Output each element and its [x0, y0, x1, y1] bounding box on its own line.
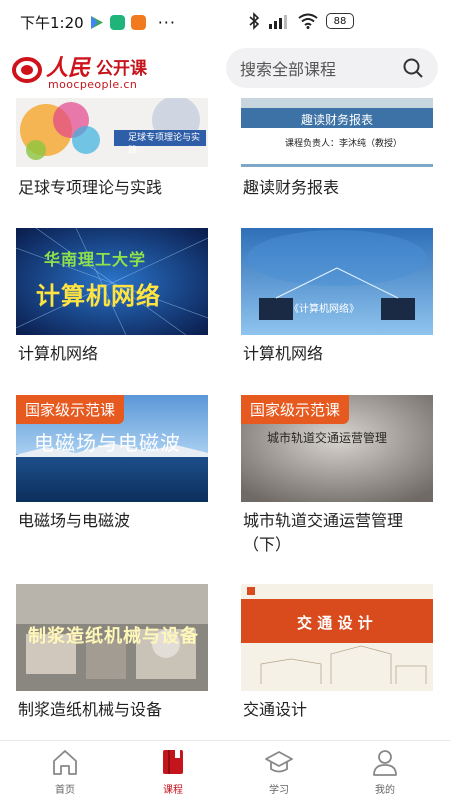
wifi-icon [298, 13, 318, 29]
badge-national-demo: 国家级示范课 [241, 395, 350, 424]
course-thumbnail: 电磁场与电磁波 国家级示范课 [16, 395, 208, 502]
thumbnail-subcaption: 华南理工大学 [44, 250, 147, 269]
nav-profile[interactable]: 我的 [345, 747, 425, 799]
thumbnail-caption: 计算机网络 [36, 282, 161, 310]
course-title: 交通设计 [243, 700, 308, 719]
play-store-icon [90, 15, 103, 29]
home-icon [53, 750, 77, 775]
battery-icon: 88 [326, 13, 354, 29]
nav-courses-label: 课程 [163, 785, 183, 796]
thumbnail-caption: 足球专项理论与实践 [128, 133, 201, 156]
logo-domain: moocpeople.cn [48, 78, 138, 91]
course-thumbnail: 趣读财务报表 课程负责人：李沐纯（教授） [241, 98, 433, 167]
nav-courses[interactable]: 课程 [133, 747, 213, 799]
nav-home[interactable]: 首页 [25, 747, 105, 799]
course-thumbnail: 城市轨道交通运营管理 国家级示范课 [241, 395, 433, 502]
course-thumbnail: 《计算机网络》 [241, 228, 433, 335]
course-thumbnail: 足球专项理论与实践 [16, 98, 208, 167]
course-thumbnail: 制浆造纸机械与设备 [16, 584, 208, 691]
bluetooth-icon [249, 12, 260, 30]
badge-national-demo: 国家级示范课 [16, 395, 125, 424]
thumbnail-caption: 《计算机网络》 [289, 304, 359, 315]
bottom-navigation: 首页 课程 学习 我的 [0, 740, 450, 800]
course-thumbnail: 交 通 设 计 [241, 584, 433, 691]
course-title: 趣读财务报表 [243, 178, 340, 197]
more-notifications-icon: ··· [157, 12, 176, 32]
app-header: 人民 公开课 moocpeople.cn 搜索全部课程 [0, 44, 450, 98]
course-grid: 足球专项理论与实践 足球专项理论与实践 趣读财务报表 课程负责人：李沐纯（教授）… [0, 98, 450, 740]
nav-profile-label: 我的 [375, 785, 395, 796]
graduation-cap-icon [265, 751, 293, 773]
thumbnail-caption: 城市轨道交通运营管理 [267, 431, 388, 445]
course-thumbnail: 华南理工大学 计算机网络 [16, 228, 208, 335]
user-icon [373, 750, 397, 776]
thumbnail-caption: 趣读财务报表 [301, 113, 374, 127]
search-icon[interactable] [402, 57, 424, 79]
thumbnail-subcaption: 课程负责人：李沐纯（教授） [285, 139, 403, 149]
thumbnail-caption: 制浆造纸机械与设备 [28, 626, 199, 647]
thumbnail-caption: 交 通 设 计 [297, 614, 373, 632]
book-icon [163, 750, 183, 774]
logo-swirl-icon [12, 57, 42, 83]
signal-icon [269, 15, 287, 29]
course-title: 足球专项理论与实践 [18, 178, 163, 197]
search-bar[interactable]: 搜索全部课程 [226, 48, 438, 88]
course-title: 计算机网络 [18, 344, 99, 363]
course-title: 城市轨道交通运营管理（下） [243, 511, 404, 554]
nav-study-label: 学习 [269, 785, 289, 796]
thumbnail-caption: 电磁场与电磁波 [34, 431, 181, 455]
status-time: 下午1:20 [20, 13, 84, 32]
course-title: 计算机网络 [243, 344, 324, 363]
search-placeholder: 搜索全部课程 [240, 60, 337, 79]
logo[interactable]: 人民 公开课 moocpeople.cn [12, 48, 162, 94]
course-title: 电磁场与电磁波 [18, 511, 131, 530]
mi-app-icon [130, 14, 146, 30]
nav-home-label: 首页 [55, 785, 75, 796]
logo-text-open-course: 公开课 [96, 59, 147, 79]
app-screen: 下午1:20 ··· 88 人民 公开课 moocpeople.cn 搜索全部课… [0, 0, 450, 800]
course-title: 制浆造纸机械与设备 [18, 700, 163, 719]
nav-study[interactable]: 学习 [239, 747, 319, 799]
status-bar: 下午1:20 ··· 88 [0, 0, 450, 44]
shield-app-icon [109, 14, 125, 30]
